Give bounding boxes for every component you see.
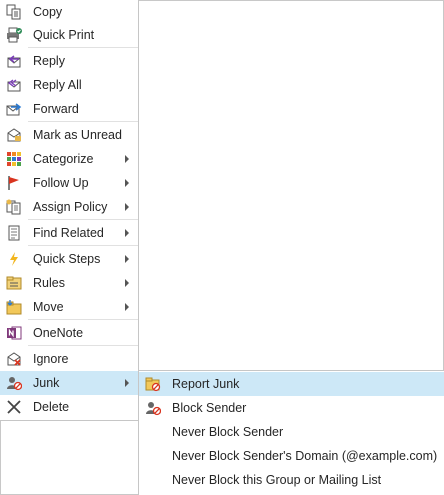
submenu-arrow-icon [125, 303, 129, 311]
menu-item-reply[interactable]: Reply [0, 49, 138, 73]
menu-item-label: Categorize [33, 152, 94, 166]
submenu-item-never-block-domain[interactable]: Never Block Sender's Domain (@example.co… [139, 444, 444, 468]
menu-item-ignore[interactable]: Ignore [0, 347, 138, 371]
menu-separator [28, 47, 138, 48]
submenu-item-never-block-group[interactable]: Never Block this Group or Mailing List [139, 468, 444, 492]
reply-icon [6, 53, 22, 69]
menu-separator [28, 245, 138, 246]
menu-item-reply-all[interactable]: Reply All [0, 73, 138, 97]
submenu-arrow-icon [125, 379, 129, 387]
menu-separator [28, 319, 138, 320]
context-menu: Copy Quick Print Reply Reply All Forward [0, 0, 139, 421]
junk-submenu: Report Junk Block Sender Never Block Sen… [138, 370, 444, 495]
menu-item-label: Rules [33, 276, 65, 290]
menu-item-label: Follow Up [33, 176, 89, 190]
submenu-item-never-block-sender[interactable]: Never Block Sender [139, 420, 444, 444]
menu-item-categorize[interactable]: Categorize [0, 147, 138, 171]
menu-item-rules[interactable]: Rules [0, 271, 138, 295]
menu-item-follow-up[interactable]: Follow Up [0, 171, 138, 195]
copy-icon [6, 4, 22, 20]
menu-item-quick-print[interactable]: Quick Print [0, 23, 138, 47]
lightning-icon [6, 251, 22, 267]
menu-separator [28, 219, 138, 220]
menu-separator [28, 121, 138, 122]
submenu-arrow-icon [125, 279, 129, 287]
junk-icon [6, 375, 22, 391]
rules-icon [6, 275, 22, 291]
menu-item-label: Copy [33, 5, 63, 19]
menu-item-forward[interactable]: Forward [0, 97, 138, 121]
submenu-item-label: Never Block Sender's Domain (@example.co… [172, 449, 438, 463]
menu-item-mark-as-unread[interactable]: Mark as Unread [0, 123, 138, 147]
menu-item-assign-policy[interactable]: Assign Policy [0, 195, 138, 219]
menu-item-label: Quick Steps [33, 252, 101, 266]
reply-all-icon [6, 77, 22, 93]
menu-item-move[interactable]: Move [0, 295, 138, 319]
menu-item-label: Delete [33, 400, 70, 414]
menu-item-label: Forward [33, 102, 79, 116]
menu-item-label: Mark as Unread [33, 128, 122, 142]
delete-icon [6, 399, 22, 415]
menu-item-junk[interactable]: Junk [0, 371, 138, 395]
menu-item-label: Assign Policy [33, 200, 108, 214]
flag-icon [6, 175, 22, 191]
menu-item-label: Find Related [33, 226, 104, 240]
menu-separator [28, 345, 138, 346]
submenu-item-report-junk[interactable]: Report Junk [139, 372, 444, 396]
menu-item-label: OneNote [33, 326, 84, 340]
submenu-item-label: Report Junk [172, 377, 240, 391]
block-sender-icon [145, 400, 161, 416]
onenote-icon [6, 325, 22, 341]
report-junk-icon [145, 376, 161, 392]
submenu-item-block-sender[interactable]: Block Sender [139, 396, 444, 420]
find-related-icon [6, 225, 22, 241]
menu-item-find-related[interactable]: Find Related [0, 221, 138, 245]
menu-item-quick-steps[interactable]: Quick Steps [0, 247, 138, 271]
submenu-item-label: Never Block this Group or Mailing List [172, 473, 382, 487]
menu-item-label: Ignore [33, 352, 69, 366]
mark-unread-icon [6, 127, 22, 143]
menu-item-label: Reply All [33, 78, 82, 92]
menu-item-onenote[interactable]: OneNote [0, 321, 138, 345]
submenu-item-label: Block Sender [172, 401, 247, 415]
quick-print-icon [6, 27, 22, 43]
submenu-arrow-icon [125, 203, 129, 211]
submenu-arrow-icon [125, 179, 129, 187]
menu-item-label: Move [33, 300, 64, 314]
menu-item-label: Reply [33, 54, 65, 68]
categorize-icon [6, 151, 22, 167]
menu-item-label: Junk [33, 376, 60, 390]
menu-item-label: Quick Print [33, 28, 95, 42]
submenu-arrow-icon [125, 155, 129, 163]
policy-icon [6, 199, 22, 215]
submenu-item-label: Never Block Sender [172, 425, 284, 439]
submenu-arrow-icon [125, 255, 129, 263]
forward-icon [6, 101, 22, 117]
submenu-arrow-icon [125, 229, 129, 237]
menu-item-delete[interactable]: Delete [0, 395, 138, 419]
ignore-icon [6, 351, 22, 367]
menu-item-copy[interactable]: Copy [0, 0, 138, 24]
move-icon [6, 299, 22, 315]
